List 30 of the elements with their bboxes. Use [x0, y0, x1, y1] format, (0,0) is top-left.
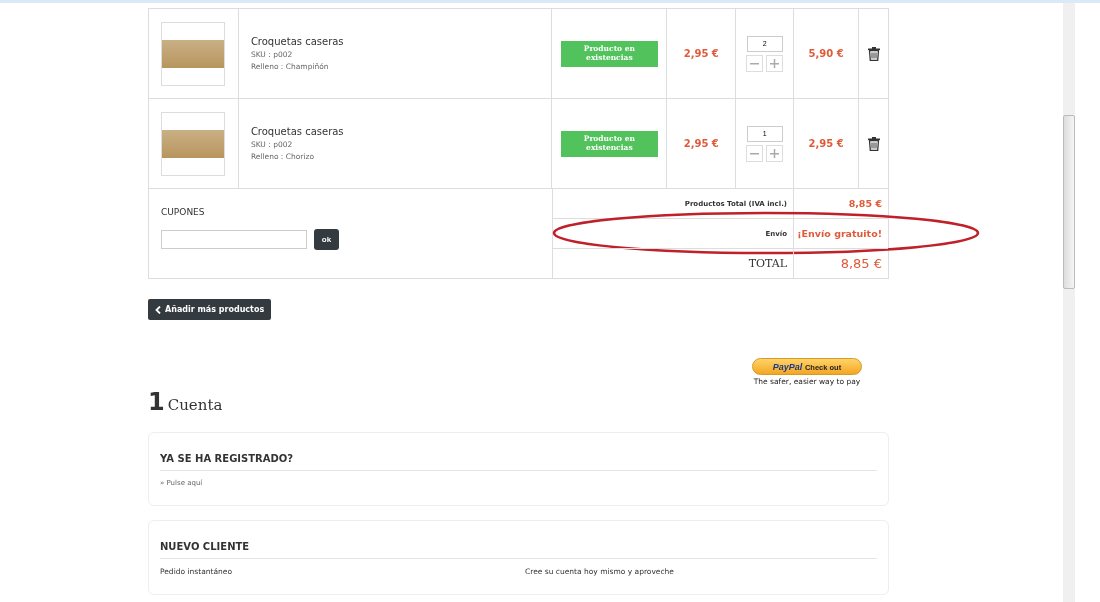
summary-label: TOTAL [748, 257, 787, 270]
line-total: 5,90 € [808, 48, 844, 59]
decrease-button[interactable] [746, 54, 764, 72]
section-title: Cuenta [167, 396, 223, 414]
plus-icon [770, 148, 780, 158]
panel-heading: YA SE HA REGISTRADO? [160, 453, 295, 464]
unit-price: 2,95 € [683, 48, 719, 59]
panel-heading: NUEVO CLIENTE [160, 541, 251, 552]
summary-value: 8,85 € [848, 198, 882, 209]
add-more-products-button[interactable]: Añadir más productos [148, 299, 272, 320]
line-total: 2,95 € [808, 138, 844, 149]
scrollbar-thumb[interactable] [1063, 115, 1075, 289]
summary-value: ¡Envío gratuito! [797, 228, 882, 239]
product-photo-placeholder [161, 21, 226, 86]
coupon-field[interactable] [161, 230, 307, 249]
unit-price: 2,95 € [683, 138, 719, 149]
trash-icon[interactable] [867, 136, 880, 151]
summary-value: 8,85 € [840, 256, 882, 271]
coupons-label: CUPONES [161, 207, 206, 217]
chevron-left-icon [155, 305, 161, 314]
decrease-button[interactable] [746, 144, 764, 162]
product-name: Croquetas caseras [250, 36, 344, 47]
trash-icon[interactable] [867, 46, 880, 61]
product-name: Croquetas caseras [250, 126, 344, 137]
increase-button[interactable] [766, 144, 784, 162]
apply-coupon-button[interactable]: ok [314, 229, 339, 250]
product-photo-placeholder [161, 111, 226, 176]
plus-icon [770, 58, 780, 68]
increase-button[interactable] [766, 54, 784, 72]
step-number: 1 [148, 388, 165, 416]
